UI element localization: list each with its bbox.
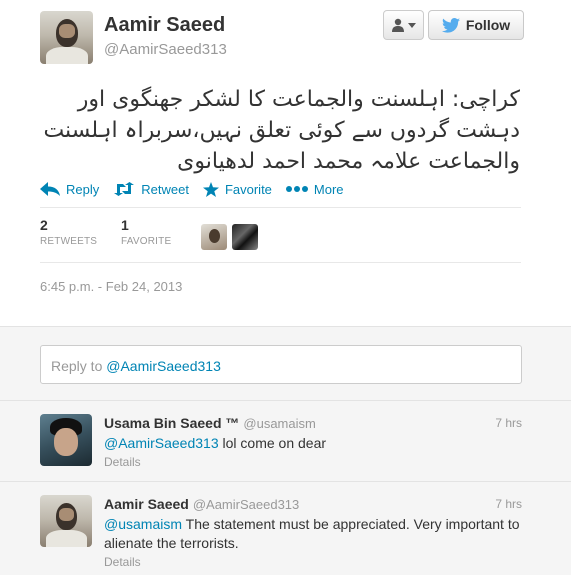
reply-details-link[interactable]: Details xyxy=(104,455,141,469)
favorites-count: 1 xyxy=(121,217,129,233)
reply-section: Reply to @AamirSaeed313 xyxy=(0,326,571,401)
reply-avatar[interactable] xyxy=(40,495,92,547)
reply-author-name: Aamir Saeed xyxy=(104,496,189,512)
divider xyxy=(40,207,521,208)
reply-author-handle: @AamirSaeed313 xyxy=(192,497,300,512)
follow-button[interactable]: Follow xyxy=(428,10,524,40)
main-tweet: Aamir Saeed @AamirSaeed313 Follow کراچی:… xyxy=(0,0,571,326)
reply-action[interactable]: Reply xyxy=(40,182,99,197)
reply-author[interactable]: Aamir Saeed @AamirSaeed313 xyxy=(104,496,299,512)
reply-label: Reply xyxy=(66,181,100,197)
author-handle[interactable]: @AamirSaeed313 xyxy=(104,41,227,58)
retweet-icon xyxy=(114,182,135,196)
reply-mention[interactable]: @usamaism xyxy=(104,516,182,532)
tweet-timestamp[interactable]: 6:45 p.m. - Feb 24, 2013 xyxy=(40,279,182,294)
twitter-bird-icon xyxy=(441,17,460,33)
reply-avatar[interactable] xyxy=(40,414,92,466)
reply-author-handle: @usamaism xyxy=(243,416,316,431)
retweets-count: 2 xyxy=(40,217,48,233)
user-actions-dropdown[interactable] xyxy=(383,10,424,40)
tweet-actions: Reply Retweet Favorite More xyxy=(40,178,358,200)
reply-author[interactable]: Usama Bin Saeed ™ @usamaism xyxy=(104,415,316,431)
author-name[interactable]: Aamir Saeed xyxy=(104,14,225,37)
retweets-label: RETWEETS xyxy=(40,236,98,247)
favoriter-avatar[interactable] xyxy=(201,224,227,250)
reply-text: @usamaism The statement must be apprecia… xyxy=(104,515,524,553)
reply-time[interactable]: 7 hrs xyxy=(495,416,522,430)
author-avatar[interactable] xyxy=(40,11,93,64)
favorite-label: Favorite xyxy=(224,181,272,197)
reply-mention[interactable]: @AamirSaeed313 xyxy=(104,435,219,451)
favorites-stat[interactable]: 1 FAVORITE xyxy=(121,217,202,247)
follow-label: Follow xyxy=(465,17,511,33)
tweet-stats: 2 RETWEETS 1 FAVORITE xyxy=(40,217,202,247)
more-dots-icon xyxy=(285,186,308,192)
reply-time[interactable]: 7 hrs xyxy=(495,497,522,511)
star-icon xyxy=(202,181,219,197)
reply-input[interactable]: Reply to @AamirSaeed313 xyxy=(40,345,522,384)
reply-tweet[interactable]: Usama Bin Saeed ™ @usamaism 7 hrs @AamirS… xyxy=(0,401,571,482)
person-icon xyxy=(392,18,404,32)
reply-tweet[interactable]: Aamir Saeed @AamirSaeed313 7 hrs @usamais… xyxy=(0,482,571,575)
divider xyxy=(40,262,521,263)
tweet-text: کراچی: اہلسنت والجماعت کا لشکر جھنگوی او… xyxy=(43,87,520,174)
favorite-action[interactable]: Favorite xyxy=(202,181,272,197)
more-label: More xyxy=(313,181,344,197)
retweets-stat[interactable]: 2 RETWEETS xyxy=(40,217,121,247)
reply-author-name: Usama Bin Saeed ™ xyxy=(104,415,240,431)
retweeter-avatar[interactable] xyxy=(232,224,258,250)
reply-details-link[interactable]: Details xyxy=(104,555,141,569)
favorites-label: FAVORITE xyxy=(121,236,172,247)
reply-text: @AamirSaeed313 lol come on dear xyxy=(104,434,524,453)
reply-icon xyxy=(40,182,60,196)
retweet-label: Retweet xyxy=(141,181,189,197)
reply-body: lol come on dear xyxy=(218,435,327,451)
caret-down-icon xyxy=(408,22,416,28)
favoriters-avatars xyxy=(201,224,258,250)
retweet-action[interactable]: Retweet xyxy=(113,182,189,197)
reply-placeholder-mention: @AamirSaeed313 xyxy=(106,358,221,374)
more-action[interactable]: More xyxy=(285,181,344,197)
reply-placeholder: Reply to xyxy=(51,358,107,374)
